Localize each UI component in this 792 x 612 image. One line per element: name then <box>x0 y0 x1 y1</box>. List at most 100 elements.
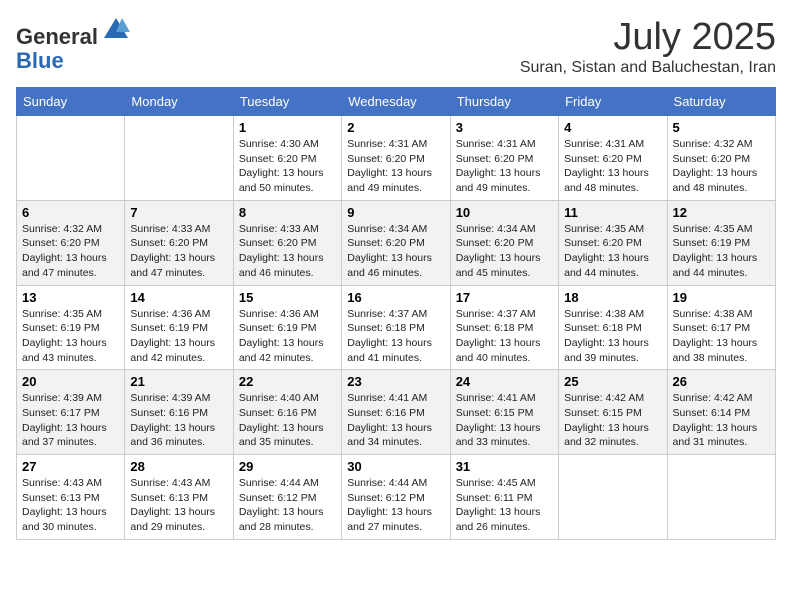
day-info: Sunrise: 4:39 AM Sunset: 6:17 PM Dayligh… <box>22 391 119 450</box>
calendar-day-header: Sunday <box>17 88 125 116</box>
day-number: 11 <box>564 205 661 220</box>
day-number: 23 <box>347 374 444 389</box>
day-number: 22 <box>239 374 336 389</box>
day-number: 15 <box>239 290 336 305</box>
calendar-cell: 26 Sunrise: 4:42 AM Sunset: 6:14 PM Dayli… <box>667 370 775 455</box>
calendar-cell: 19 Sunrise: 4:38 AM Sunset: 6:17 PM Dayli… <box>667 285 775 370</box>
day-info: Sunrise: 4:35 AM Sunset: 6:19 PM Dayligh… <box>673 222 770 281</box>
calendar-cell: 9 Sunrise: 4:34 AM Sunset: 6:20 PM Daylig… <box>342 200 450 285</box>
day-number: 16 <box>347 290 444 305</box>
calendar-cell: 8Sunrise: 4:33 AM Sunset: 6:20 PM Daylig… <box>233 200 341 285</box>
day-number: 13 <box>22 290 119 305</box>
calendar-cell: 4 Sunrise: 4:31 AM Sunset: 6:20 PM Daylig… <box>559 116 667 201</box>
day-info: Sunrise: 4:39 AM Sunset: 6:16 PM Dayligh… <box>130 391 227 450</box>
day-number: 3 <box>456 120 553 135</box>
day-number: 29 <box>239 459 336 474</box>
day-info: Sunrise: 4:32 AM Sunset: 6:20 PM Dayligh… <box>22 222 119 281</box>
calendar-day-header: Tuesday <box>233 88 341 116</box>
calendar-cell: 13Sunrise: 4:35 AM Sunset: 6:19 PM Dayli… <box>17 285 125 370</box>
day-number: 9 <box>347 205 444 220</box>
calendar-cell: 25Sunrise: 4:42 AM Sunset: 6:15 PM Dayli… <box>559 370 667 455</box>
calendar-cell: 17 Sunrise: 4:37 AM Sunset: 6:18 PM Dayli… <box>450 285 558 370</box>
calendar-cell: 11 Sunrise: 4:35 AM Sunset: 6:20 PM Dayli… <box>559 200 667 285</box>
calendar-cell <box>17 116 125 201</box>
day-info: Sunrise: 4:31 AM Sunset: 6:20 PM Dayligh… <box>564 137 661 196</box>
day-info: Sunrise: 4:38 AM Sunset: 6:18 PM Dayligh… <box>564 307 661 366</box>
day-info: Sunrise: 4:30 AM Sunset: 6:20 PM Dayligh… <box>239 137 336 196</box>
logo-icon <box>102 16 130 44</box>
calendar-cell: 18 Sunrise: 4:38 AM Sunset: 6:18 PM Dayli… <box>559 285 667 370</box>
calendar-cell: 20 Sunrise: 4:39 AM Sunset: 6:17 PM Dayli… <box>17 370 125 455</box>
day-number: 19 <box>673 290 770 305</box>
calendar-cell: 7 Sunrise: 4:33 AM Sunset: 6:20 PM Daylig… <box>125 200 233 285</box>
title-block: July 2025 Suran, Sistan and Baluchestan,… <box>520 16 776 77</box>
day-number: 6 <box>22 205 119 220</box>
day-info: Sunrise: 4:43 AM Sunset: 6:13 PM Dayligh… <box>22 476 119 535</box>
month-title: July 2025 <box>520 16 776 59</box>
calendar-day-header: Wednesday <box>342 88 450 116</box>
calendar-week-row: 27Sunrise: 4:43 AM Sunset: 6:13 PM Dayli… <box>17 455 776 540</box>
day-number: 12 <box>673 205 770 220</box>
calendar-cell: 5 Sunrise: 4:32 AM Sunset: 6:20 PM Daylig… <box>667 116 775 201</box>
calendar-week-row: 20 Sunrise: 4:39 AM Sunset: 6:17 PM Dayli… <box>17 370 776 455</box>
calendar-body: 1Sunrise: 4:30 AM Sunset: 6:20 PM Daylig… <box>17 116 776 540</box>
calendar-cell: 10 Sunrise: 4:34 AM Sunset: 6:20 PM Dayli… <box>450 200 558 285</box>
day-info: Sunrise: 4:37 AM Sunset: 6:18 PM Dayligh… <box>456 307 553 366</box>
day-info: Sunrise: 4:34 AM Sunset: 6:20 PM Dayligh… <box>456 222 553 281</box>
calendar-cell: 29 Sunrise: 4:44 AM Sunset: 6:12 PM Dayli… <box>233 455 341 540</box>
day-info: Sunrise: 4:42 AM Sunset: 6:14 PM Dayligh… <box>673 391 770 450</box>
calendar-cell: 2 Sunrise: 4:31 AM Sunset: 6:20 PM Daylig… <box>342 116 450 201</box>
day-number: 17 <box>456 290 553 305</box>
calendar-week-row: 6 Sunrise: 4:32 AM Sunset: 6:20 PM Daylig… <box>17 200 776 285</box>
day-info: Sunrise: 4:34 AM Sunset: 6:20 PM Dayligh… <box>347 222 444 281</box>
calendar-cell: 3Sunrise: 4:31 AM Sunset: 6:20 PM Daylig… <box>450 116 558 201</box>
day-number: 28 <box>130 459 227 474</box>
day-number: 24 <box>456 374 553 389</box>
calendar-cell: 30Sunrise: 4:44 AM Sunset: 6:12 PM Dayli… <box>342 455 450 540</box>
logo-blue-text: Blue <box>16 48 64 73</box>
page-header: General Blue July 2025 Suran, Sistan and… <box>16 16 776 77</box>
calendar-cell: 31Sunrise: 4:45 AM Sunset: 6:11 PM Dayli… <box>450 455 558 540</box>
calendar-cell: 1Sunrise: 4:30 AM Sunset: 6:20 PM Daylig… <box>233 116 341 201</box>
day-info: Sunrise: 4:37 AM Sunset: 6:18 PM Dayligh… <box>347 307 444 366</box>
day-info: Sunrise: 4:41 AM Sunset: 6:16 PM Dayligh… <box>347 391 444 450</box>
day-number: 4 <box>564 120 661 135</box>
day-number: 18 <box>564 290 661 305</box>
calendar-cell: 21 Sunrise: 4:39 AM Sunset: 6:16 PM Dayli… <box>125 370 233 455</box>
calendar-cell <box>559 455 667 540</box>
calendar-day-header: Monday <box>125 88 233 116</box>
day-info: Sunrise: 4:41 AM Sunset: 6:15 PM Dayligh… <box>456 391 553 450</box>
day-info: Sunrise: 4:32 AM Sunset: 6:20 PM Dayligh… <box>673 137 770 196</box>
day-number: 7 <box>130 205 227 220</box>
day-number: 10 <box>456 205 553 220</box>
calendar-cell: 12 Sunrise: 4:35 AM Sunset: 6:19 PM Dayli… <box>667 200 775 285</box>
day-number: 21 <box>130 374 227 389</box>
day-info: Sunrise: 4:43 AM Sunset: 6:13 PM Dayligh… <box>130 476 227 535</box>
calendar-cell: 22Sunrise: 4:40 AM Sunset: 6:16 PM Dayli… <box>233 370 341 455</box>
day-info: Sunrise: 4:35 AM Sunset: 6:20 PM Dayligh… <box>564 222 661 281</box>
day-number: 5 <box>673 120 770 135</box>
logo-general-text: General <box>16 24 98 49</box>
calendar-cell <box>125 116 233 201</box>
day-info: Sunrise: 4:31 AM Sunset: 6:20 PM Dayligh… <box>347 137 444 196</box>
day-number: 26 <box>673 374 770 389</box>
day-number: 14 <box>130 290 227 305</box>
day-number: 31 <box>456 459 553 474</box>
calendar-cell: 24 Sunrise: 4:41 AM Sunset: 6:15 PM Dayli… <box>450 370 558 455</box>
day-number: 2 <box>347 120 444 135</box>
calendar-cell: 28 Sunrise: 4:43 AM Sunset: 6:13 PM Dayli… <box>125 455 233 540</box>
calendar-cell: 23 Sunrise: 4:41 AM Sunset: 6:16 PM Dayli… <box>342 370 450 455</box>
calendar-day-header: Saturday <box>667 88 775 116</box>
calendar-week-row: 13Sunrise: 4:35 AM Sunset: 6:19 PM Dayli… <box>17 285 776 370</box>
day-number: 30 <box>347 459 444 474</box>
calendar-cell: 6 Sunrise: 4:32 AM Sunset: 6:20 PM Daylig… <box>17 200 125 285</box>
day-info: Sunrise: 4:38 AM Sunset: 6:17 PM Dayligh… <box>673 307 770 366</box>
calendar-cell <box>667 455 775 540</box>
day-number: 25 <box>564 374 661 389</box>
day-info: Sunrise: 4:33 AM Sunset: 6:20 PM Dayligh… <box>130 222 227 281</box>
day-info: Sunrise: 4:44 AM Sunset: 6:12 PM Dayligh… <box>239 476 336 535</box>
calendar-day-header: Friday <box>559 88 667 116</box>
day-number: 20 <box>22 374 119 389</box>
day-info: Sunrise: 4:33 AM Sunset: 6:20 PM Dayligh… <box>239 222 336 281</box>
calendar-cell: 15Sunrise: 4:36 AM Sunset: 6:19 PM Dayli… <box>233 285 341 370</box>
